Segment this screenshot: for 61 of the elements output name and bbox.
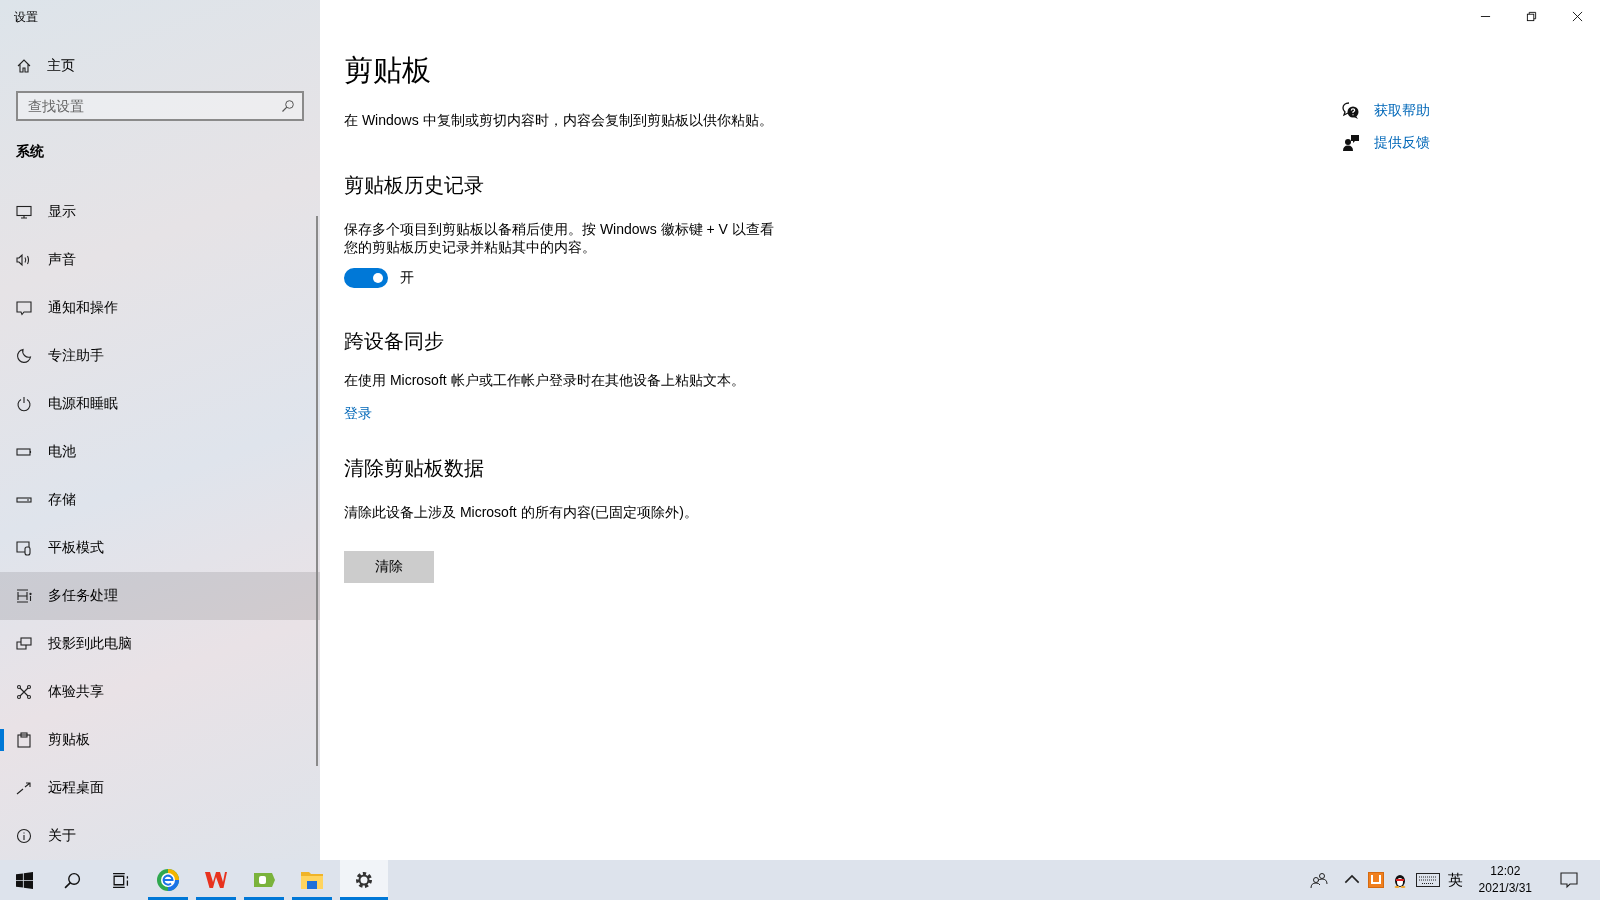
sidebar-item[interactable]: 多任务处理 (0, 572, 320, 620)
projector-icon (16, 636, 32, 652)
browser-icon (156, 868, 180, 892)
clipboard-icon (16, 732, 32, 748)
sidebar-item[interactable]: 远程桌面 (0, 764, 320, 812)
remote-icon (16, 780, 32, 796)
section-heading: 剪贴板历史记录 (344, 172, 485, 198)
tablet-icon (16, 540, 32, 556)
input-method-indicator[interactable]: 英 (1447, 870, 1463, 890)
section-description: 清除此设备上涉及 Microsoft 的所有内容(已固定项除外)。 (344, 503, 699, 522)
monitor-icon (16, 204, 32, 220)
search-icon (63, 871, 81, 889)
windows-icon (15, 871, 33, 889)
toggle-switch[interactable] (344, 268, 388, 289)
share-icon (16, 684, 32, 700)
help-link[interactable]: 获取帮助 (1374, 102, 1430, 120)
home-icon (16, 57, 32, 74)
section-heading: 清除剪贴板数据 (344, 456, 485, 482)
sidebar-item[interactable]: 显示 (0, 188, 320, 236)
sidebar-item[interactable]: 电源和睡眠 (0, 380, 320, 428)
window-title: 设置 (13, 9, 39, 26)
clear-button[interactable]: 清除 (344, 551, 434, 584)
notification-icon[interactable] (1560, 871, 1578, 889)
office-tray-icon[interactable] (1367, 872, 1384, 888)
sidebar-item[interactable]: 关于 (0, 812, 320, 860)
task-view-icon (111, 871, 129, 889)
sidebar-item[interactable]: 声音 (0, 236, 320, 284)
help-chat-icon (1342, 102, 1360, 120)
section-heading: 跨设备同步 (344, 329, 445, 355)
restore-icon (1525, 10, 1537, 22)
search-icon (281, 98, 295, 113)
search-field[interactable]: 查找设置 (16, 90, 304, 121)
sidebar-item[interactable]: 专注助手 (0, 332, 320, 380)
help-link[interactable]: 提供反馈 (1374, 134, 1430, 152)
sidebar-item[interactable]: 电池 (0, 428, 320, 476)
message-icon (16, 300, 32, 316)
sidebar-item[interactable]: 存储 (0, 476, 320, 524)
info-icon (16, 828, 32, 844)
close-icon (1571, 10, 1583, 22)
sidebar-item[interactable]: 投影到此电脑 (0, 620, 320, 668)
section-description: 在使用 Microsoft 帐户或工作帐户登录时在其他设备上粘贴文本。 (344, 371, 746, 390)
sidebar-item[interactable]: 通知和操作 (0, 284, 320, 332)
home-link[interactable]: 主页 (0, 46, 320, 85)
section-description: 保存多个项目到剪贴板以备稍后使用。按 Windows 徽标键 + V 以查看您的剪贴板历史记录并粘贴其中的内容。 (344, 219, 775, 257)
toggle-label: 开 (400, 269, 414, 288)
people-icon[interactable] (1309, 871, 1328, 889)
moon-icon (16, 348, 32, 364)
multitask-icon (16, 588, 32, 604)
sidebar-item[interactable]: 体验共享 (0, 668, 320, 716)
feedback-icon (1342, 134, 1360, 152)
clock[interactable]: 12:02 2021/3/31 (1470, 863, 1540, 897)
power-icon (16, 396, 32, 412)
speaker-icon (16, 252, 32, 268)
section-heading: 系统 (15, 141, 45, 161)
page-title: 剪贴板 (344, 53, 432, 88)
page-description: 在 Windows 中复制或剪切内容时，内容会复制到剪贴板以供你粘贴。 (344, 111, 774, 130)
sidebar-item[interactable]: 平板模式 (0, 524, 320, 572)
sign-in-link[interactable]: 登录 (344, 405, 372, 424)
scrollbar[interactable] (316, 216, 318, 766)
taskbar-app[interactable] (340, 860, 388, 900)
keyboard-icon[interactable] (1415, 873, 1440, 887)
